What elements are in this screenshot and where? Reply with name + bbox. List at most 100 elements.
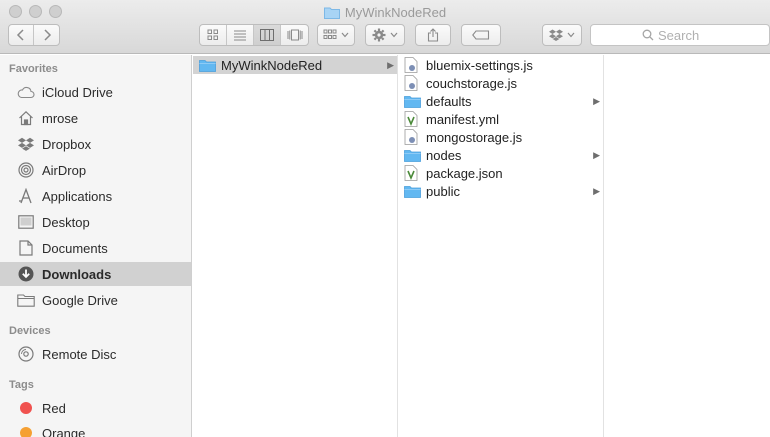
chevron-left-icon	[16, 29, 24, 41]
item-name: mongostorage.js	[426, 129, 523, 145]
chevron-down-icon	[567, 32, 575, 38]
sidebar-item-remote-disc[interactable]: Remote Disc	[0, 342, 191, 366]
window-title-bar: MyWinkNodeRed	[0, 3, 770, 21]
sidebar-item-label: Red	[42, 400, 66, 416]
list-item[interactable]: manifest.yml	[399, 110, 603, 128]
downloads-icon	[17, 265, 35, 283]
folder-icon	[17, 291, 35, 309]
sidebar-item-desktop[interactable]: Desktop	[0, 210, 191, 234]
sidebar-item-tag-red[interactable]: Red	[0, 396, 191, 420]
navigation-buttons	[8, 24, 60, 46]
sidebar-item-dropbox[interactable]: Dropbox	[0, 132, 191, 156]
sidebar-section-favorites: Favorites	[9, 63, 58, 75]
item-name: package.json	[426, 165, 503, 181]
sidebar-item-documents[interactable]: Documents	[0, 236, 191, 260]
sidebar-item-label: Desktop	[42, 214, 90, 230]
list-item[interactable]: couchstorage.js	[399, 74, 603, 92]
js-file-icon	[404, 57, 422, 73]
list-icon	[234, 30, 246, 41]
list-item[interactable]: bluemix-settings.js	[399, 56, 603, 74]
sidebar-item-label: Remote Disc	[42, 346, 117, 362]
sidebar-item-label: mrose	[42, 110, 79, 126]
columns-icon	[260, 29, 274, 41]
json-file-icon	[404, 165, 422, 181]
tag-color-dot-icon	[17, 424, 35, 437]
back-button[interactable]	[9, 25, 35, 45]
applications-icon	[17, 187, 35, 205]
edit-tags-button[interactable]	[461, 24, 501, 46]
folder-icon	[404, 147, 422, 163]
action-button[interactable]	[365, 24, 405, 46]
window-title: MyWinkNodeRed	[344, 4, 447, 20]
airdrop-icon	[17, 161, 35, 179]
chevron-down-icon	[341, 32, 349, 38]
tag-color-dot-icon	[17, 399, 35, 417]
dropbox-menu-button[interactable]	[542, 24, 582, 46]
disclosure-arrow-icon: ▶	[593, 185, 600, 196]
list-item[interactable]: MyWinkNodeRed ▶	[193, 56, 397, 74]
sidebar-item-airdrop[interactable]: AirDrop	[0, 158, 191, 182]
column-view-button[interactable]	[254, 25, 281, 45]
sidebar-item-mrose[interactable]: mrose	[0, 106, 191, 130]
sidebar-item-label: Google Drive	[42, 292, 118, 308]
sidebar-item-label: Dropbox	[42, 136, 92, 152]
search-field[interactable]	[590, 24, 770, 46]
documents-icon	[17, 239, 35, 257]
sidebar-item-label: Applications	[42, 188, 113, 204]
list-view-button[interactable]	[227, 25, 254, 45]
js-file-icon	[404, 129, 422, 145]
browser-column-3	[605, 55, 770, 437]
icon-view-button[interactable]	[200, 25, 227, 45]
disclosure-arrow-icon: ▶	[593, 149, 600, 160]
browser-column-1: MyWinkNodeRed ▶	[193, 55, 398, 437]
cover-flow-view-button[interactable]	[281, 25, 308, 45]
forward-button[interactable]	[34, 25, 59, 45]
dropbox-icon	[549, 29, 563, 41]
sidebar-item-label: Downloads	[42, 266, 112, 282]
sidebar-item-downloads[interactable]: Downloads	[0, 262, 191, 286]
list-item[interactable]: package.json	[399, 164, 603, 182]
arrange-grid-icon	[323, 29, 337, 39]
search-icon	[642, 29, 654, 41]
list-item[interactable]: defaults ▶	[399, 92, 603, 110]
list-item[interactable]: mongostorage.js	[399, 128, 603, 146]
sidebar-item-label: iCloud Drive	[42, 84, 113, 100]
yml-file-icon	[404, 111, 422, 127]
browser-column-2: bluemix-settings.js couchstorage.js defa…	[399, 55, 604, 437]
item-name: bluemix-settings.js	[426, 57, 533, 73]
tag-icon	[472, 30, 490, 40]
sidebar: Favorites iCloud Drive mrose Dropbox Air…	[0, 55, 192, 437]
grid-icon	[207, 29, 218, 40]
sidebar-item-applications[interactable]: Applications	[0, 184, 191, 208]
item-name: manifest.yml	[426, 111, 499, 127]
list-item[interactable]: public ▶	[399, 182, 603, 200]
home-icon	[17, 109, 35, 127]
disclosure-arrow-icon: ▶	[387, 59, 394, 70]
share-icon	[427, 28, 439, 42]
share-button[interactable]	[415, 24, 451, 46]
item-name: public	[426, 183, 460, 199]
arrange-button[interactable]	[317, 24, 355, 46]
search-input[interactable]	[658, 27, 718, 43]
disclosure-arrow-icon: ▶	[593, 95, 600, 106]
item-name: MyWinkNodeRed	[221, 57, 323, 73]
chevron-right-icon	[43, 29, 51, 41]
sidebar-item-google-drive[interactable]: Google Drive	[0, 288, 191, 312]
sidebar-section-tags: Tags	[9, 379, 34, 391]
folder-icon	[404, 183, 422, 199]
sidebar-item-label: Documents	[42, 240, 108, 256]
folder-icon	[404, 93, 422, 109]
sidebar-item-tag-orange[interactable]: Orange	[0, 421, 191, 437]
sidebar-item-label: AirDrop	[42, 162, 87, 178]
folder-icon	[323, 7, 340, 19]
dropbox-icon	[17, 135, 35, 153]
sidebar-item-icloud-drive[interactable]: iCloud Drive	[0, 80, 191, 104]
js-file-icon	[404, 75, 422, 91]
cover-flow-icon	[287, 29, 302, 41]
sidebar-item-label: Orange	[42, 425, 86, 437]
gear-icon	[372, 28, 386, 42]
desktop-icon	[17, 213, 35, 231]
toolbar: MyWinkNodeRed	[0, 0, 770, 54]
list-item[interactable]: nodes ▶	[399, 146, 603, 164]
view-mode-control	[199, 24, 309, 46]
